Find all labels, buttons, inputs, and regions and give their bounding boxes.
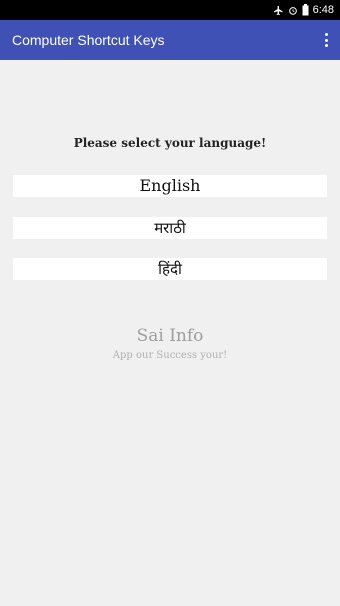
app-title: Computer Shortcut Keys	[12, 32, 165, 48]
battery-icon	[302, 4, 309, 16]
brand-name: Sai Info	[136, 326, 204, 346]
airplane-mode-icon	[273, 5, 284, 16]
marathi-button[interactable]: मराठी	[13, 217, 327, 239]
alarm-icon	[288, 5, 298, 16]
status-time: 6:48	[312, 4, 334, 16]
status-icons: 6:48	[273, 4, 334, 16]
main-content: Please select your language! English मरा…	[0, 60, 340, 606]
overflow-menu-icon[interactable]	[324, 33, 328, 47]
brand-tagline: App our Success your!	[112, 350, 228, 361]
hindi-button[interactable]: हिंदी	[13, 258, 327, 280]
status-bar: 6:48	[0, 0, 340, 20]
language-prompt: Please select your language!	[73, 136, 267, 150]
english-button[interactable]: English	[13, 175, 327, 197]
app-bar: Computer Shortcut Keys	[0, 20, 340, 60]
